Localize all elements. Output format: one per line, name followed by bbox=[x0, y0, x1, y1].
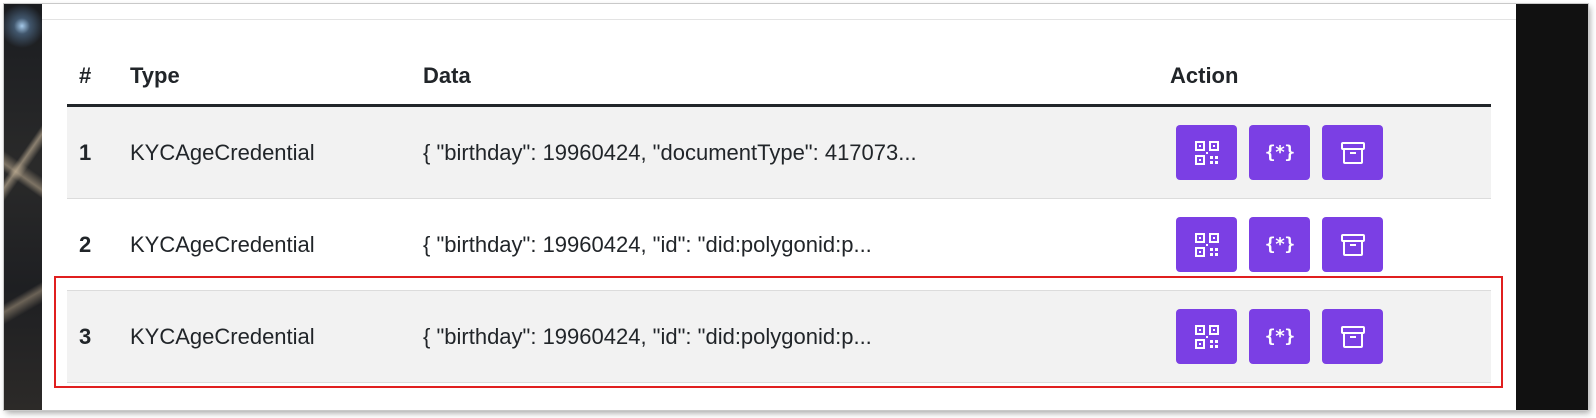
archive-button[interactable] bbox=[1322, 125, 1383, 180]
column-header-number: # bbox=[67, 48, 118, 107]
table-row: 2 KYCAgeCredential { "birthday": 1996042… bbox=[67, 198, 1491, 291]
table-row: 3 KYCAgeCredential { "birthday": 1996042… bbox=[67, 290, 1491, 383]
credential-data: { "birthday": 19960424, "id": "did:polyg… bbox=[411, 198, 1158, 291]
qr-code-icon bbox=[1194, 324, 1220, 350]
show-qr-button[interactable] bbox=[1176, 125, 1237, 180]
credential-type: KYCAgeCredential bbox=[118, 105, 411, 199]
credential-data: { "birthday": 19960424, "id": "did:polyg… bbox=[411, 290, 1158, 383]
credentials-table: # Type Data Action 1 KYCAgeCredential { … bbox=[67, 48, 1491, 383]
column-header-action: Action bbox=[1158, 48, 1491, 107]
table-row: 1 KYCAgeCredential { "birthday": 1996042… bbox=[67, 105, 1491, 199]
show-qr-button[interactable] bbox=[1176, 309, 1237, 364]
qr-code-icon bbox=[1194, 140, 1220, 166]
qr-code-icon bbox=[1194, 232, 1220, 258]
row-actions: {*} bbox=[1158, 290, 1491, 383]
json-braces-icon: {*} bbox=[1264, 326, 1295, 347]
credential-type: KYCAgeCredential bbox=[118, 198, 411, 291]
row-actions: {*} bbox=[1158, 105, 1491, 199]
column-header-data: Data bbox=[411, 48, 1158, 107]
archive-icon bbox=[1340, 140, 1366, 166]
desktop-background-right bbox=[1516, 4, 1588, 410]
panel-divider bbox=[42, 19, 1516, 20]
archive-icon bbox=[1340, 324, 1366, 350]
column-header-type: Type bbox=[118, 48, 411, 107]
table-header-row: # Type Data Action bbox=[67, 48, 1491, 107]
row-number: 1 bbox=[67, 105, 118, 199]
credentials-panel: # Type Data Action 1 KYCAgeCredential { … bbox=[42, 4, 1516, 410]
credential-data: { "birthday": 19960424, "documentType": … bbox=[411, 105, 1158, 199]
view-json-button[interactable]: {*} bbox=[1249, 217, 1310, 272]
view-json-button[interactable]: {*} bbox=[1249, 125, 1310, 180]
view-json-button[interactable]: {*} bbox=[1249, 309, 1310, 364]
show-qr-button[interactable] bbox=[1176, 217, 1237, 272]
archive-button[interactable] bbox=[1322, 309, 1383, 364]
json-braces-icon: {*} bbox=[1264, 234, 1295, 255]
row-number: 2 bbox=[67, 198, 118, 291]
app-window: # Type Data Action 1 KYCAgeCredential { … bbox=[4, 4, 1588, 410]
row-actions: {*} bbox=[1158, 198, 1491, 291]
credential-type: KYCAgeCredential bbox=[118, 290, 411, 383]
row-number: 3 bbox=[67, 290, 118, 383]
archive-icon bbox=[1340, 232, 1366, 258]
desktop-background-left bbox=[4, 4, 42, 410]
json-braces-icon: {*} bbox=[1264, 142, 1295, 163]
archive-button[interactable] bbox=[1322, 217, 1383, 272]
